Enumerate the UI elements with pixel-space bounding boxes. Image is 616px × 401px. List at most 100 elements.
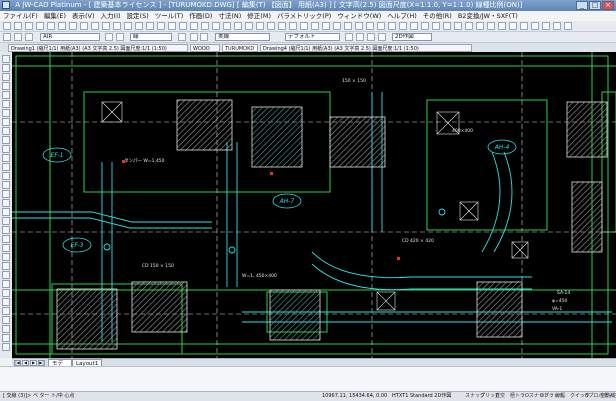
toolbar-button-icon[interactable] <box>234 22 242 30</box>
draw-tool-icon[interactable] <box>2 289 10 297</box>
menu-item[interactable]: 編集(E) <box>41 11 69 21</box>
toolbar-button-icon[interactable] <box>14 22 22 30</box>
toolbar-button-icon[interactable] <box>69 22 77 30</box>
toolbar-button-icon[interactable] <box>201 22 209 30</box>
toolbar-button-icon[interactable] <box>465 22 473 30</box>
draw-tool-icon[interactable] <box>2 298 10 306</box>
draw-tool-icon[interactable] <box>2 118 10 126</box>
toolbar-button-icon[interactable] <box>105 33 113 41</box>
toolbar-button-icon[interactable] <box>168 22 176 30</box>
toolbar-button-icon[interactable] <box>344 22 352 30</box>
color-dropdown[interactable]: 緑 <box>130 33 172 41</box>
maximize-button[interactable]: □ <box>589 1 601 10</box>
draw-tool-icon[interactable] <box>2 226 10 234</box>
menu-item[interactable]: 設定(S) <box>124 11 152 21</box>
toolbar-button-icon[interactable] <box>388 22 396 30</box>
close-button[interactable]: × <box>602 1 614 10</box>
draw-tool-icon[interactable] <box>2 334 10 342</box>
draw-tool-icon[interactable] <box>2 109 10 117</box>
menu-item[interactable]: ウィンドウ(W) <box>334 11 384 21</box>
draw-tool-icon[interactable] <box>2 154 10 162</box>
toolbar-button-icon[interactable] <box>509 22 517 30</box>
toolbar-button-icon[interactable] <box>356 33 364 41</box>
status-toggle[interactable]: 線幅 <box>555 392 565 400</box>
toolbar-button-icon[interactable] <box>553 22 561 30</box>
doc-tab-drawing4[interactable]: Drawing4 (縮尺1/1) 用紙(A3) (A3 文字高 2.5) 図面尺… <box>260 44 472 52</box>
toolbar-button-icon[interactable] <box>355 22 363 30</box>
draw-tool-icon[interactable] <box>2 271 10 279</box>
draw-tool-icon[interactable] <box>2 208 10 216</box>
status-toggle[interactable]: 極トラ <box>510 392 525 400</box>
draw-tool-icon[interactable] <box>2 244 10 252</box>
toolbar-button-icon[interactable] <box>91 22 99 30</box>
draw-tool-icon[interactable] <box>2 172 10 180</box>
toolbar-button-icon[interactable] <box>25 22 33 30</box>
draw-tool-icon[interactable] <box>2 235 10 243</box>
toolbar-button-icon[interactable] <box>378 33 386 41</box>
toolbar-button-icon[interactable] <box>256 22 264 30</box>
toolbar-button-icon[interactable] <box>322 22 330 30</box>
status-toggle[interactable]: 直交 <box>495 392 505 400</box>
toolbar-button-icon[interactable] <box>520 22 528 30</box>
toolbar-button-icon[interactable] <box>212 22 220 30</box>
toolbar-button-icon[interactable] <box>366 22 374 30</box>
toolbar-button-icon[interactable] <box>178 33 186 41</box>
view-mode-dropdown[interactable]: 2D作図 <box>392 33 432 41</box>
toolbar-button-icon[interactable] <box>80 22 88 30</box>
toolbar-button-icon[interactable] <box>245 22 253 30</box>
toolbar-button-icon[interactable] <box>200 33 208 41</box>
toolbar-button-icon[interactable] <box>333 22 341 30</box>
toolbar-button-icon[interactable] <box>223 22 231 30</box>
drawing-canvas[interactable]: EF-1 AH-7 EF-3 AH-4 ダンパー W=1,450 CD 420 … <box>12 52 616 358</box>
draw-tool-icon[interactable] <box>2 262 10 270</box>
draw-tool-icon[interactable] <box>2 127 10 135</box>
toolbar-button-icon[interactable] <box>146 22 154 30</box>
menu-item[interactable]: 表示(V) <box>69 11 98 21</box>
draw-tool-icon[interactable] <box>2 253 10 261</box>
draw-tool-icon[interactable] <box>2 190 10 198</box>
toolbar-button-icon[interactable] <box>14 33 22 41</box>
draw-tool-icon[interactable] <box>2 82 10 90</box>
layer-dropdown[interactable]: AIR <box>40 33 100 41</box>
toolbar-button-icon[interactable] <box>443 22 451 30</box>
draw-tool-icon[interactable] <box>2 64 10 72</box>
menu-item[interactable]: 修正(M) <box>244 11 274 21</box>
toolbar-button-icon[interactable] <box>25 33 33 41</box>
minimize-button[interactable]: _ <box>576 1 588 10</box>
toolbar-button-icon[interactable] <box>377 22 385 30</box>
doc-tab-turumokd[interactable]: TURUMOKD <box>222 44 258 52</box>
toolbar-button-icon[interactable] <box>190 22 198 30</box>
toolbar-button-icon[interactable] <box>498 22 506 30</box>
toolbar-button-icon[interactable] <box>421 22 429 30</box>
toolbar-button-icon[interactable] <box>289 22 297 30</box>
draw-tool-icon[interactable] <box>2 316 10 324</box>
draw-tool-icon[interactable] <box>2 343 10 351</box>
status-toggle[interactable]: 自動補完 <box>600 392 616 400</box>
toolbar-button-icon[interactable] <box>454 22 462 30</box>
toolbar-button-icon[interactable] <box>135 22 143 30</box>
toolbar-button-icon[interactable] <box>564 22 572 30</box>
toolbar-button-icon[interactable] <box>179 22 187 30</box>
menu-item[interactable]: パラメトリック(P) <box>274 11 334 21</box>
menu-item[interactable]: その他(R) <box>420 11 455 21</box>
draw-tool-icon[interactable] <box>2 325 10 333</box>
toolbar-button-icon[interactable] <box>3 33 11 41</box>
menu-item[interactable]: 寸法(N) <box>215 11 244 21</box>
menu-item[interactable]: ツール(T) <box>152 11 187 21</box>
lineweight-dropdown[interactable]: デフォルト <box>285 33 340 41</box>
toolbar-button-icon[interactable] <box>157 22 165 30</box>
doc-tab-wood[interactable]: WOOD <box>190 44 220 52</box>
toolbar-button-icon[interactable] <box>190 33 198 41</box>
doc-tab-drawing1[interactable]: Drawing1 (縮尺1/1) 用紙(A3) (A3 文字高 2.5) 図面尺… <box>8 44 188 52</box>
toolbar-button-icon[interactable] <box>542 22 550 30</box>
toolbar-button-icon[interactable] <box>487 22 495 30</box>
toolbar-button-icon[interactable] <box>278 22 286 30</box>
toolbar-button-icon[interactable] <box>3 22 11 30</box>
menu-item[interactable]: 入力(I) <box>98 11 124 21</box>
command-window[interactable] <box>0 366 616 392</box>
draw-tool-icon[interactable] <box>2 145 10 153</box>
draw-tool-icon[interactable] <box>2 73 10 81</box>
linetype-dropdown[interactable]: 実線 <box>215 33 270 41</box>
toolbar-button-icon[interactable] <box>124 22 132 30</box>
toolbar-button-icon[interactable] <box>300 22 308 30</box>
